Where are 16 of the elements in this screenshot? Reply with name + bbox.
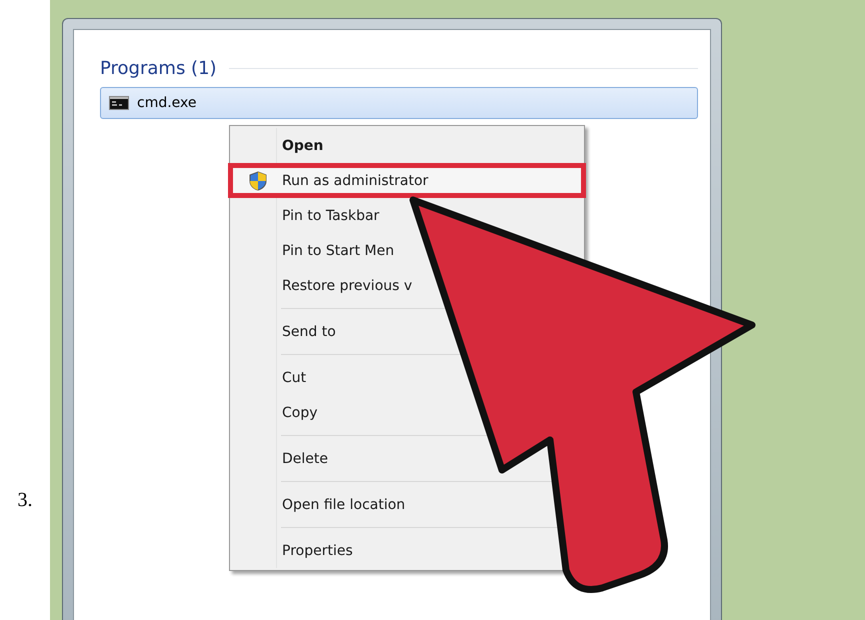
menu-item[interactable]: Run as administrator: [282, 172, 428, 188]
program-item[interactable]: cmd.exe: [100, 87, 698, 119]
section-title: Programs (1): [100, 58, 217, 79]
console-icon: [109, 96, 129, 110]
menu-item[interactable]: Properties: [282, 542, 353, 558]
menu-item[interactable]: Send to: [282, 324, 336, 340]
menu-item[interactable]: Cut: [282, 370, 306, 386]
menu-item[interactable]: Pin to Start Men: [282, 242, 394, 258]
menu-item[interactable]: Open: [282, 138, 324, 154]
shield-icon: [248, 170, 266, 190]
menu-item[interactable]: Delete: [282, 450, 328, 466]
step-number: 3.: [18, 489, 32, 512]
menu-item[interactable]: Copy: [282, 404, 318, 420]
menu-item[interactable]: Restore previous v: [282, 278, 412, 294]
menu-item[interactable]: Pin to Taskbar: [282, 208, 380, 224]
menu-item[interactable]: Open file location: [282, 496, 406, 512]
